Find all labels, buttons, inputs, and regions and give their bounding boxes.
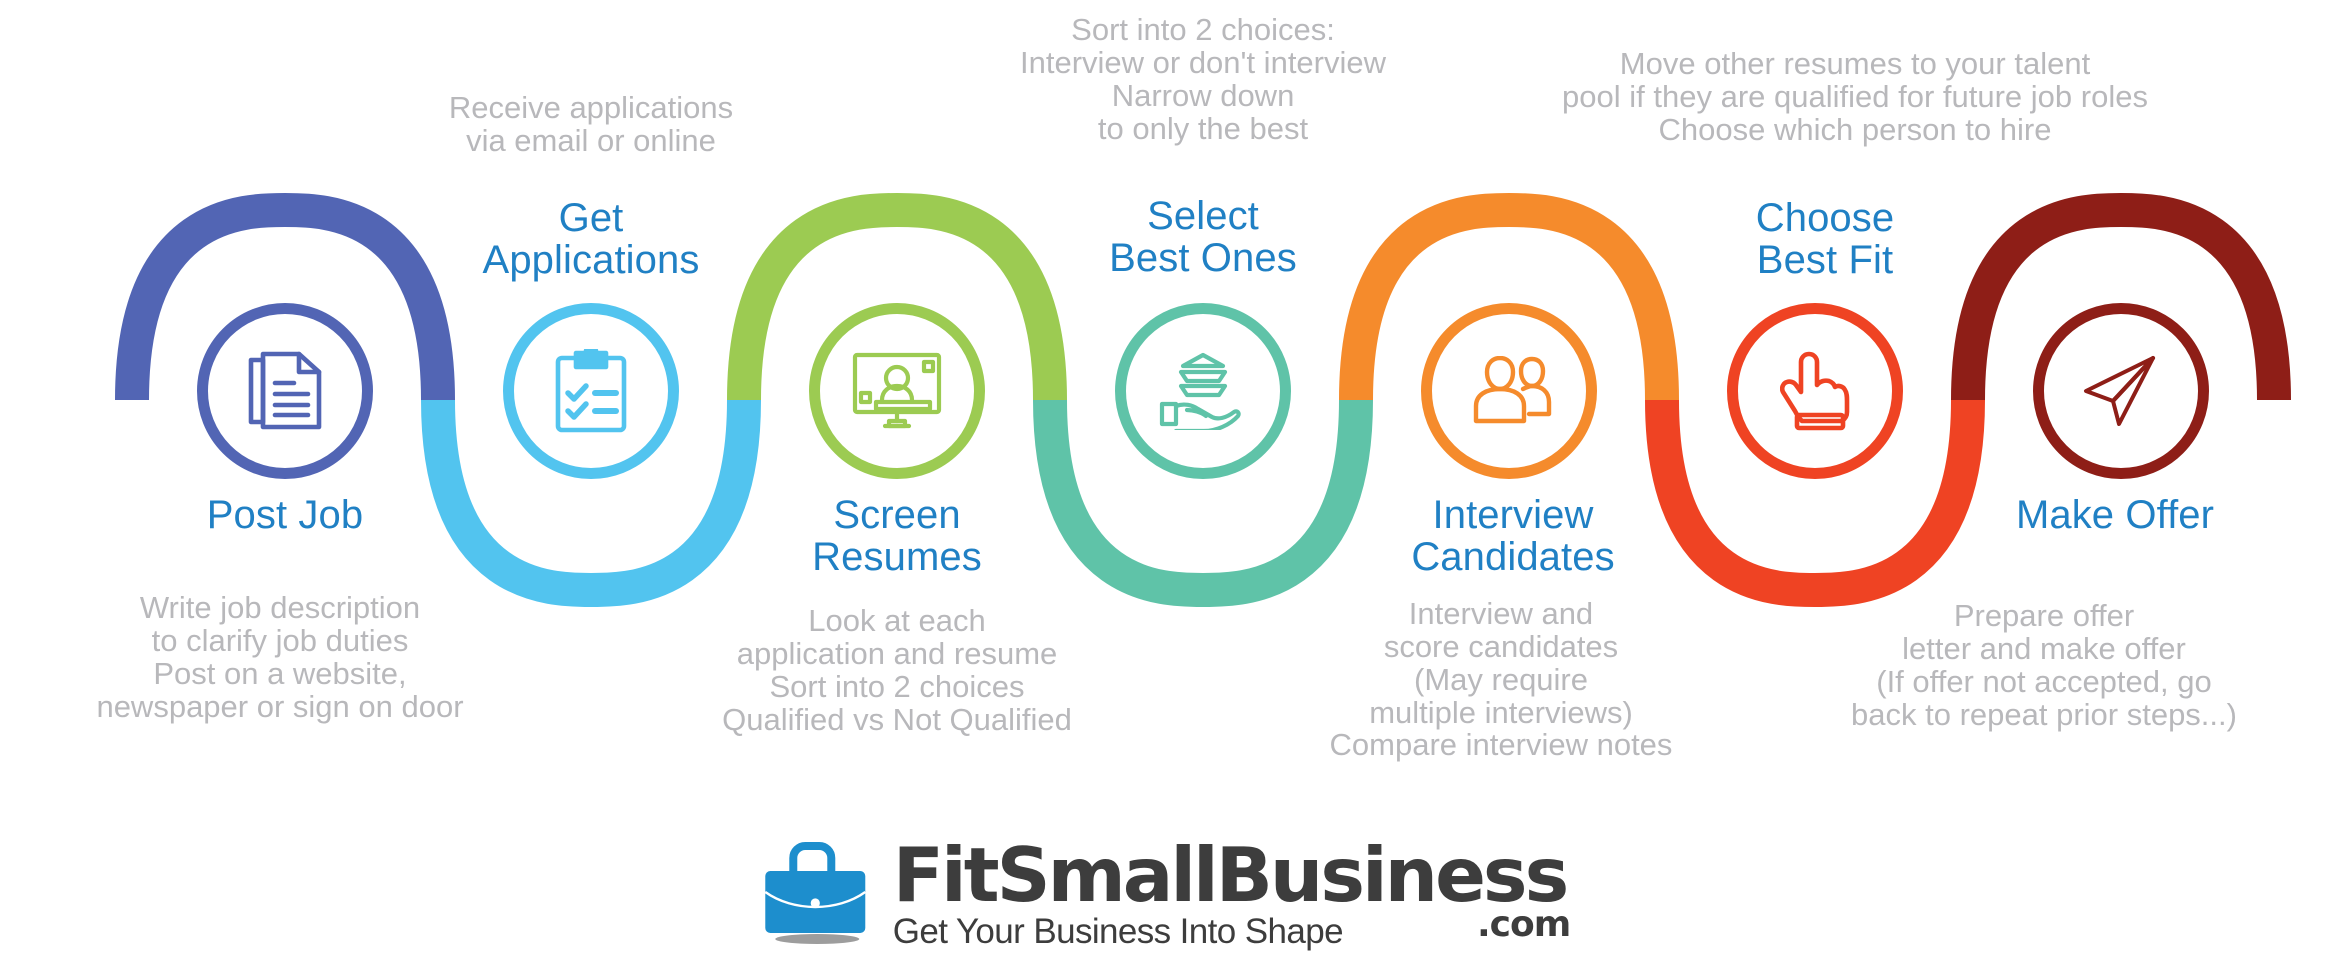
step-description-interview-candidates: Interview and score candidates (May requ…	[1329, 596, 1673, 763]
step-description-make-offer: Prepare offer letter and make offer (If …	[1851, 598, 2237, 732]
logo-tagline: Get Your Business Into Shape	[892, 911, 1344, 951]
briefcase-icon	[759, 840, 875, 949]
step-circle-get-applications[interactable]	[503, 303, 679, 479]
two-people-icon	[1466, 356, 1552, 426]
pointing-hand-icon	[1780, 350, 1850, 432]
step-description-choose-best-fit: Move other resumes to your talent pool i…	[1562, 46, 2148, 147]
step-circle-select-best-ones[interactable]	[1115, 303, 1291, 479]
step-description-get-applications: Receive applications via email or online	[448, 90, 734, 158]
clipboard-check-icon	[555, 349, 627, 433]
paper-plane-icon	[2083, 355, 2159, 427]
logo-brand-text: FitSmallBusiness	[892, 831, 1569, 920]
fitsmallbusiness-logo: FitSmallBusiness Get Your Business Into …	[759, 831, 1571, 951]
step-circle-choose-best-fit[interactable]	[1727, 303, 1903, 479]
step-title-make-offer: Make Offer	[2015, 493, 2215, 537]
step-title-post-job: Post Job	[206, 493, 364, 537]
document-icon	[248, 351, 322, 431]
step-description-post-job: Write job description to clarify job dut…	[96, 590, 464, 724]
step-title-select-best-ones: Select Best Ones	[1109, 194, 1297, 280]
step-title-choose-best-fit: Choose Best Fit	[1755, 196, 1895, 282]
step-circle-interview-candidates[interactable]	[1421, 303, 1597, 479]
step-circle-make-offer[interactable]	[2033, 303, 2209, 479]
step-title-get-applications: Get Applications	[482, 196, 700, 282]
step-title-interview-candidates: Interview Candidates	[1411, 493, 1615, 579]
step-circle-screen-resumes[interactable]	[809, 303, 985, 479]
step-circle-post-job[interactable]	[197, 303, 373, 479]
hand-papers-icon	[1159, 352, 1247, 430]
monitor-person-icon	[852, 352, 942, 430]
step-title-screen-resumes: Screen Resumes	[812, 493, 982, 579]
logo-dotcom-text: .com	[1476, 904, 1571, 945]
hiring-process-infographic: Post Job Get Applications Screen Resumes…	[0, 0, 2325, 959]
step-description-screen-resumes: Look at each application and resume Sort…	[722, 603, 1072, 737]
